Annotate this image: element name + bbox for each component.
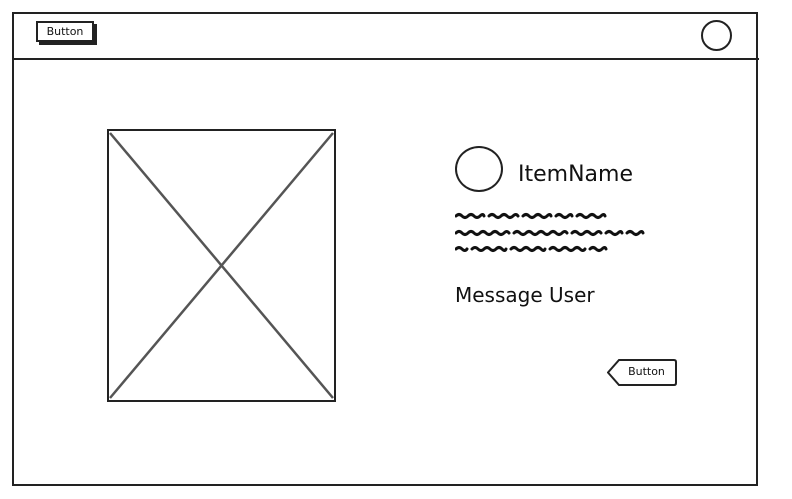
user-avatar-icon[interactable] [701, 20, 732, 51]
back-button[interactable]: Button [607, 359, 677, 386]
item-name: ItemName [518, 162, 633, 187]
item-owner-avatar-icon[interactable] [455, 146, 503, 192]
header-button[interactable]: Button [36, 21, 94, 42]
item-description-placeholder [454, 208, 681, 258]
back-button-label: Button [628, 365, 665, 378]
header-divider [12, 58, 759, 60]
image-placeholder-icon [107, 129, 336, 402]
message-user-label[interactable]: Message User [455, 282, 595, 308]
